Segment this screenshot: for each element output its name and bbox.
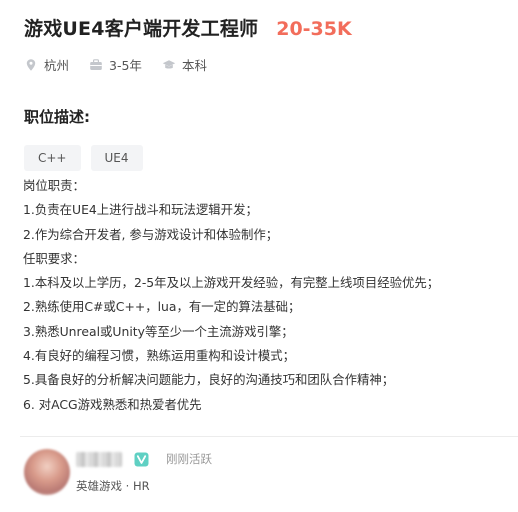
location-info: 杭州 [24, 55, 69, 74]
recruiter-name-blurred[interactable] [76, 452, 122, 467]
description-line: 2.熟练使用C#或C++，lua，有一定的算法基础； [23, 299, 301, 315]
description-line: 3.熟悉Unreal或Unity等至少一个主流游戏引擎； [23, 323, 294, 339]
recruiter-avatar[interactable] [24, 449, 70, 495]
briefcase-icon [90, 58, 102, 70]
active-status: 刚刚活跃 [166, 452, 212, 466]
graduation-cap-icon [162, 59, 176, 68]
verified-badge-icon [134, 452, 149, 467]
education-info: 本科 [162, 55, 207, 74]
description-line: 4.有良好的编程习惯，熟练运用重构和设计模式； [23, 348, 296, 364]
experience-info: 3-5年 [89, 55, 142, 74]
education-text: 本科 [181, 58, 207, 73]
company-role: 英雄游戏 · HR [76, 479, 150, 493]
location-pin-icon [26, 58, 36, 71]
description-line: 岗位职责： [23, 178, 85, 193]
skill-tag[interactable]: C++ [24, 145, 81, 171]
description-line: 2.作为综合开发者, 参与游戏设计和体验制作； [23, 226, 279, 242]
skill-tag[interactable]: UE4 [90, 145, 143, 171]
location-text: 杭州 [44, 58, 70, 73]
description-line: 6. 对ACG游戏熟悉和热爱者优先 [23, 396, 202, 412]
job-description: 岗位职责： 1.负责在UE4上进行战斗和玩法逻辑开发； 2.作为综合开发者, 参… [23, 174, 510, 417]
description-line: 任职要求： [23, 250, 85, 266]
job-meta: 杭州 3-5年 本科 [24, 55, 227, 74]
job-header: 游戏UE4客户端开发工程师 20-35K [24, 14, 508, 41]
divider [20, 436, 518, 437]
description-line: 5.具备良好的分析解决问题能力，良好的沟通技巧和团队合作精神； [23, 372, 395, 388]
job-title: 游戏UE4客户端开发工程师 [24, 18, 259, 40]
experience-text: 3-5年 [109, 58, 142, 73]
job-salary: 20-35K [276, 18, 352, 40]
description-line: 1.负责在UE4上进行战斗和玩法逻辑开发； [23, 202, 258, 218]
section-title: 职位描述: [24, 108, 90, 126]
description-line: 1.本科及以上学历，2-5年及以上游戏开发经验，有完整上线项目经验优先； [23, 275, 440, 291]
skill-tags: C++ UE4 [24, 145, 153, 171]
